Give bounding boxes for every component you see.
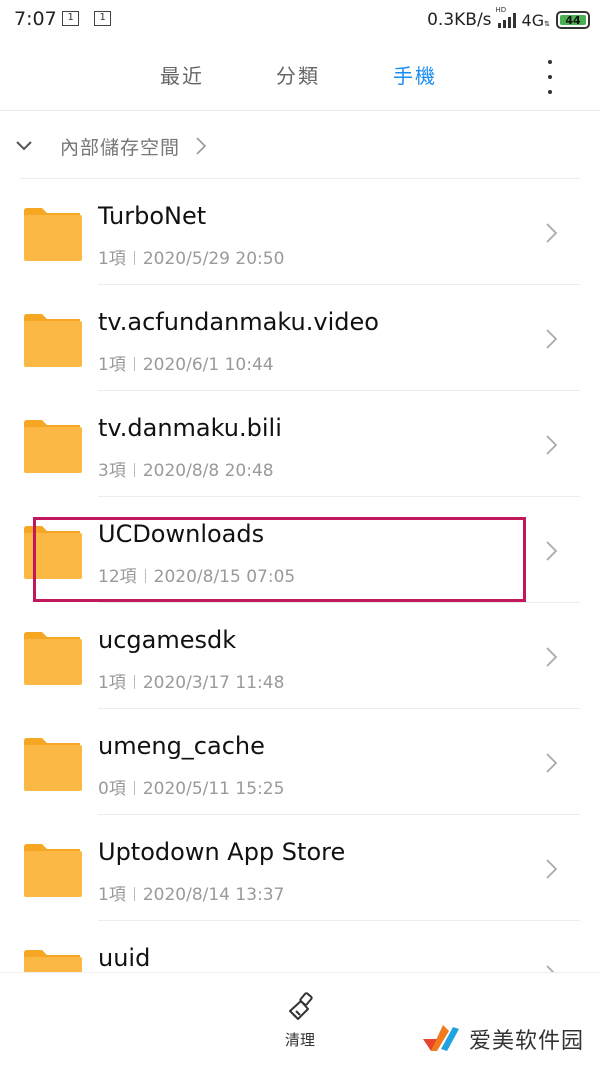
tab-categories[interactable]: 分類: [276, 60, 320, 89]
chevron-right-icon: [546, 541, 558, 561]
file-meta: 1項 2020/8/14 13:37: [98, 880, 284, 905]
list-item[interactable]: ucgamesdk 1項 2020/3/17 11:48: [0, 604, 600, 709]
signal-icon: HD: [496, 6, 516, 28]
network-speed: 0.3KB/s: [427, 10, 492, 30]
folder-icon: [24, 208, 82, 261]
modified-date: 2020/5/11 15:25: [142, 779, 285, 799]
network-type-label: 4G: [521, 10, 545, 30]
divider: [98, 920, 580, 921]
modified-date: 2020/3/17 11:48: [142, 673, 285, 693]
item-count: 1項: [98, 355, 126, 375]
status-indicators: 0.3KB/s HD 4G⇅ 44: [427, 6, 590, 32]
chevron-right-icon: [546, 647, 558, 667]
folder-icon: [24, 844, 82, 897]
file-name: tv.danmaku.bili: [98, 414, 282, 442]
file-meta: 1項 2020/3/17 11:48: [98, 668, 284, 693]
tab-phone[interactable]: 手機: [393, 60, 437, 89]
divider: [20, 178, 580, 179]
clean-label: 清理: [284, 1031, 315, 1049]
folder-icon: [24, 632, 82, 685]
sim-card-icon: 1: [94, 11, 111, 26]
file-meta: 0項 2020/5/11 15:25: [98, 774, 284, 799]
file-name: tv.acfundanmaku.video: [98, 308, 379, 336]
breadcrumb-label: 內部儲存空間: [60, 137, 181, 159]
file-name: uuid: [98, 944, 151, 972]
divider: [98, 708, 580, 709]
watermark: 爱美软件园: [421, 1021, 584, 1057]
chevron-right-icon: [546, 965, 555, 972]
breadcrumb-storage[interactable]: 內部儲存空間: [60, 133, 180, 160]
item-count: 1項: [98, 249, 126, 269]
watermark-logo-icon: [422, 1025, 459, 1051]
file-name: Uptodown App Store: [98, 838, 346, 866]
divider: [98, 390, 580, 391]
battery-level: 44: [565, 13, 581, 27]
list-item[interactable]: TurboNet 1項 2020/5/29 20:50: [0, 180, 600, 285]
item-count: 1項: [98, 885, 126, 905]
divider: [98, 814, 580, 815]
chevron-down-icon[interactable]: [15, 140, 33, 152]
list-item[interactable]: uuid: [0, 922, 600, 972]
chevron-right-icon: [546, 753, 558, 773]
chevron-right-icon: [546, 329, 558, 349]
chevron-right-icon: [196, 137, 207, 155]
more-vertical-icon[interactable]: [538, 60, 562, 94]
highlight-box: [33, 517, 526, 602]
modified-date: 2020/6/1 10:44: [142, 355, 274, 375]
hd-label: HD: [495, 6, 507, 14]
clean-button[interactable]: 清理: [270, 991, 330, 1051]
list-item[interactable]: tv.acfundanmaku.video 1項 2020/6/1 10:44: [0, 286, 600, 391]
folder-icon: [24, 420, 82, 473]
chevron-right-icon: [546, 859, 558, 879]
network-type: 4G⇅: [521, 10, 550, 30]
status-bar: 7:07 1 1 0.3KB/s HD 4G⇅ 44: [0, 0, 600, 42]
divider: [98, 602, 580, 603]
status-time: 7:07: [14, 8, 57, 30]
modified-date: 2020/8/8 20:48: [142, 461, 274, 481]
folder-icon: [24, 950, 82, 972]
chevron-right-icon: [546, 435, 558, 455]
list-item[interactable]: Uptodown App Store 1項 2020/8/14 13:37: [0, 816, 600, 921]
file-name: ucgamesdk: [98, 626, 237, 654]
item-count: 3項: [98, 461, 126, 481]
file-list: TurboNet 1項 2020/5/29 20:50 tv.acfundanma…: [0, 180, 600, 972]
bottom-bar: 清理 爱美软件园: [0, 972, 600, 1068]
folder-icon: [24, 314, 82, 367]
file-name: umeng_cache: [98, 732, 265, 760]
chevron-right-icon: [546, 223, 558, 243]
broom-icon: [289, 992, 313, 1020]
sim-card-icon: 1: [62, 11, 79, 26]
modified-date: 2020/8/14 13:37: [142, 885, 285, 905]
file-meta: 1項 2020/6/1 10:44: [98, 350, 274, 375]
file-meta: 1項 2020/5/29 20:50: [98, 244, 284, 269]
divider: [98, 284, 580, 285]
list-item[interactable]: umeng_cache 0項 2020/5/11 15:25: [0, 710, 600, 815]
list-item[interactable]: tv.danmaku.bili 3項 2020/8/8 20:48: [0, 392, 600, 497]
file-name: TurboNet: [98, 202, 207, 230]
file-meta: 3項 2020/8/8 20:48: [98, 456, 274, 481]
tab-recent[interactable]: 最近: [160, 60, 204, 89]
modified-date: 2020/5/29 20:50: [142, 249, 285, 269]
folder-icon: [24, 738, 82, 791]
item-count: 1項: [98, 673, 126, 693]
breadcrumb: 內部儲存空間: [0, 111, 600, 179]
tab-header: 最近 分類 手機: [0, 42, 600, 111]
watermark-text: 爱美软件园: [468, 1029, 584, 1054]
divider: [98, 496, 580, 497]
battery-icon: 44: [556, 11, 590, 29]
item-count: 0項: [98, 779, 126, 799]
